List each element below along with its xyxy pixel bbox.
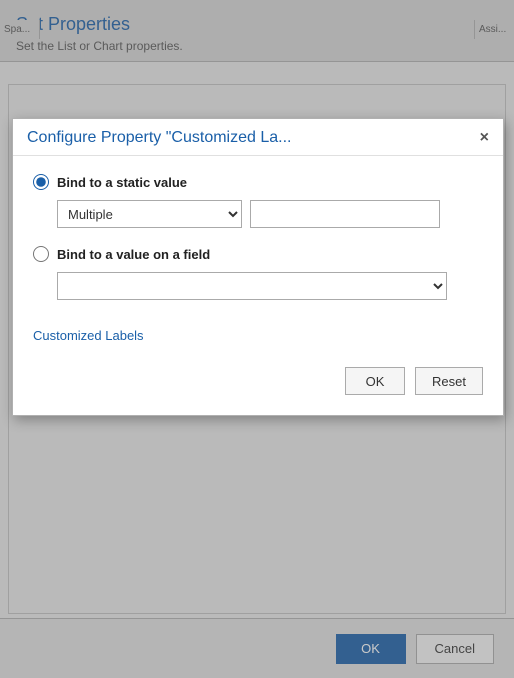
- static-value-radio[interactable]: [33, 174, 49, 190]
- configure-property-modal: Configure Property "Customized La... × B…: [12, 118, 504, 416]
- ok-button[interactable]: OK: [345, 367, 405, 395]
- field-dropdown-row: [57, 272, 483, 300]
- field-value-dropdown[interactable]: [57, 272, 447, 300]
- customized-labels-link[interactable]: Customized Labels: [33, 328, 144, 343]
- field-value-radio[interactable]: [33, 246, 49, 262]
- static-controls-row: Multiple Single None: [57, 200, 483, 228]
- field-value-label: Bind to a value on a field: [57, 247, 210, 262]
- modal-footer: OK Reset: [13, 353, 503, 395]
- static-value-row: Bind to a static value: [33, 174, 483, 190]
- modal-header: Configure Property "Customized La... ×: [13, 119, 503, 156]
- modal-close-button[interactable]: ×: [480, 130, 489, 146]
- static-value-label: Bind to a static value: [57, 175, 187, 190]
- reset-button[interactable]: Reset: [415, 367, 483, 395]
- modal-body: Bind to a static value Multiple Single N…: [13, 156, 503, 353]
- modal-title: Configure Property "Customized La...: [27, 129, 291, 147]
- field-value-row: Bind to a value on a field: [33, 246, 483, 262]
- static-value-text-input[interactable]: [250, 200, 440, 228]
- static-value-dropdown[interactable]: Multiple Single None: [57, 200, 242, 228]
